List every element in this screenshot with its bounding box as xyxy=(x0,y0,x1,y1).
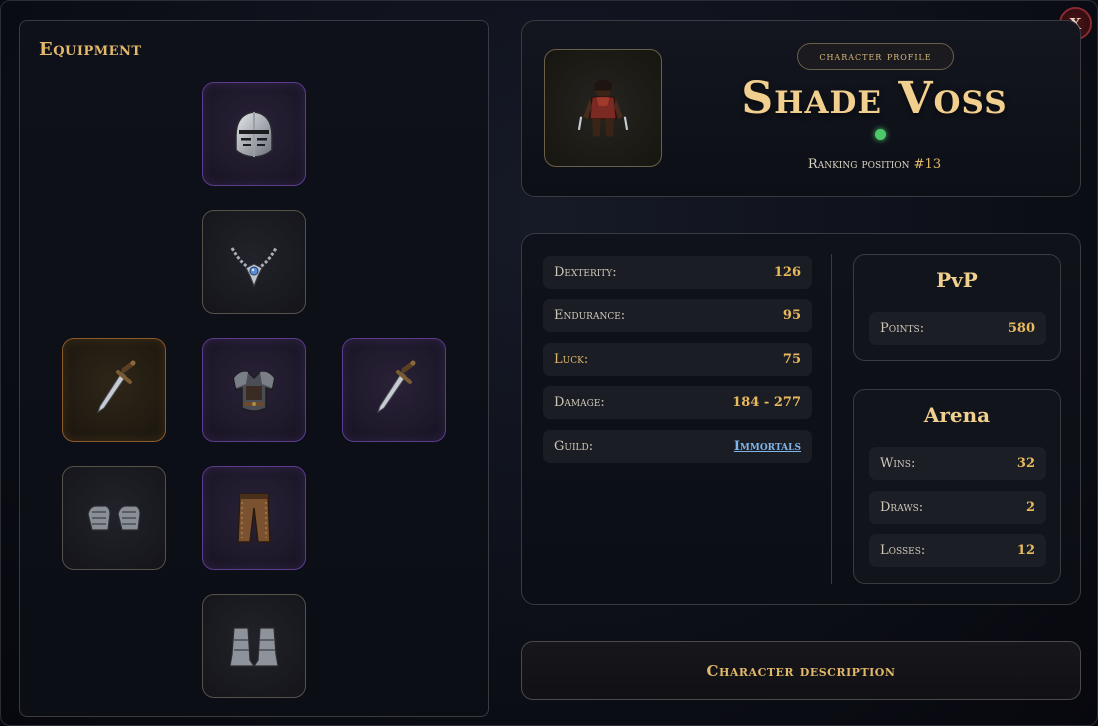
arena-wins-row: Wins: 32 xyxy=(869,447,1046,480)
character-profile-panel: character profile Shade Voss Ranking pos… xyxy=(521,20,1081,197)
stat-row-dexterity: Dexterity: 126 xyxy=(543,256,812,289)
character-name: Shade Voss xyxy=(741,73,1008,124)
arena-draws-row: Draws: 2 xyxy=(869,491,1046,524)
knight-helmet-icon xyxy=(235,111,273,158)
stat-row-damage: Damage: 184 - 277 xyxy=(543,386,812,419)
pvp-points-label: Points: xyxy=(880,321,925,336)
amulet-icon xyxy=(230,247,278,288)
ranking-position: Ranking position #13 xyxy=(682,157,1067,172)
stats-panel: Dexterity: 126 Endurance: 95 Luck: 75 Da… xyxy=(521,233,1081,605)
character-description-button[interactable]: Character description xyxy=(521,641,1081,700)
stat-value: 126 xyxy=(773,265,801,280)
stat-value: 95 xyxy=(782,308,801,323)
equipment-slot-helmet[interactable] xyxy=(202,82,306,186)
arena-title: Arena xyxy=(923,403,991,427)
stats-divider xyxy=(831,254,832,584)
stat-label: Damage: xyxy=(554,395,605,410)
stat-label: Luck: xyxy=(554,352,589,367)
profile-badge: character profile xyxy=(797,43,954,70)
equipment-slot-main-hand[interactable] xyxy=(62,338,166,442)
pvp-panel: PvP Points: 580 xyxy=(853,254,1061,361)
equipment-slot-pants[interactable] xyxy=(202,466,306,570)
stat-row-endurance: Endurance: 95 xyxy=(543,299,812,332)
arena-losses-label: Losses: xyxy=(880,543,926,558)
equipment-slot-gloves[interactable] xyxy=(62,466,166,570)
rogue-character-icon xyxy=(577,79,629,137)
stat-value: 184 - 277 xyxy=(732,395,801,410)
equipment-panel: Equipment xyxy=(19,20,489,717)
equipment-slot-boots[interactable] xyxy=(202,594,306,698)
arena-wins-value: 32 xyxy=(1016,456,1035,471)
ranking-label: Ranking position xyxy=(807,157,910,172)
stat-label: Endurance: xyxy=(554,308,626,323)
guild-link[interactable]: Immortals xyxy=(734,439,801,454)
arena-draws-value: 2 xyxy=(1025,500,1035,515)
gauntlets-icon xyxy=(87,505,141,531)
ranking-value: #13 xyxy=(913,157,942,172)
arena-wins-label: Wins: xyxy=(880,456,916,471)
online-status-indicator xyxy=(875,129,886,140)
arena-panel: Arena Wins: 32 Draws: 2 Losses: 12 xyxy=(853,389,1061,584)
leather-leggings-icon xyxy=(237,493,271,543)
equipment-slot-amulet[interactable] xyxy=(202,210,306,314)
pvp-points-value: 580 xyxy=(1007,321,1035,336)
equipment-title: Equipment xyxy=(39,39,142,60)
dagger-icon xyxy=(97,360,136,414)
arena-losses-value: 12 xyxy=(1016,543,1035,558)
stat-row-luck: Luck: 75 xyxy=(543,343,812,376)
plate-boots-icon xyxy=(229,627,279,667)
stat-row-guild: Guild: Immortals xyxy=(543,430,812,463)
arena-draws-label: Draws: xyxy=(880,500,924,515)
stat-value: 75 xyxy=(782,352,801,367)
pvp-points-row: Points: 580 xyxy=(869,312,1046,345)
equipment-slot-off-hand[interactable] xyxy=(342,338,446,442)
stat-label: Dexterity: xyxy=(554,265,617,280)
arena-losses-row: Losses: 12 xyxy=(869,534,1046,567)
stat-label: Guild: xyxy=(554,439,594,454)
equipment-slot-armor[interactable] xyxy=(202,338,306,442)
pvp-title: PvP xyxy=(936,268,978,292)
dagger-icon xyxy=(377,360,416,414)
character-avatar xyxy=(544,49,662,167)
chest-armor-icon xyxy=(233,370,275,412)
